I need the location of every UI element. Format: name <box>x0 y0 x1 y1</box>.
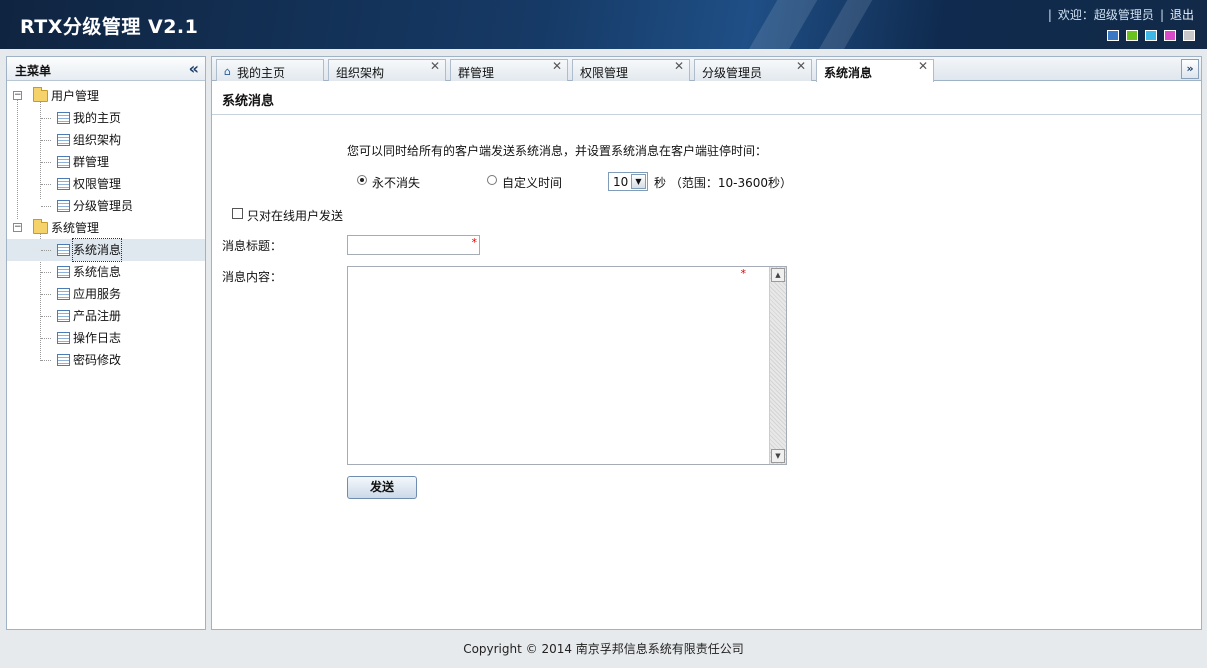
tab-bar: ⌂ 我的主页 组织架构 ✕ 群管理 ✕ 权限管理 ✕ 分级管理员 ✕ 系统消息 ✕ » <box>212 57 1201 82</box>
sidebar-item-my-home[interactable]: 我的主页 <box>7 107 205 129</box>
sidebar-item-system-info[interactable]: 系统信息 <box>7 261 205 283</box>
tab-system-message[interactable]: 系统消息 ✕ <box>816 59 934 82</box>
theme-gray-swatch[interactable] <box>1183 30 1195 41</box>
online-only-label: 只对在线用户发送 <box>247 209 344 223</box>
sidebar-item-system-message[interactable]: 系统消息 <box>7 238 205 262</box>
sidebar-item-permission-management[interactable]: 权限管理 <box>7 173 205 195</box>
footer-copyright: Copyright © 2014 南京孚邦信息系统有限责任公司 <box>463 642 744 656</box>
scroll-up-icon[interactable]: ▲ <box>771 268 785 282</box>
user-links: | 欢迎：超级管理员 | 退出 <box>1047 8 1194 22</box>
sidebar: 主菜单 « − 用户管理 我的主页 组织架构 群管理 权限管理 分级管理员 − … <box>6 56 206 630</box>
close-icon[interactable]: ✕ <box>674 59 684 73</box>
sidebar-item-org-structure[interactable]: 组织架构 <box>7 129 205 151</box>
duration-range-text: 秒 （范围：10-3600秒） <box>654 174 792 191</box>
folder-icon <box>33 87 48 102</box>
sidebar-item-group-management[interactable]: 群管理 <box>7 151 205 173</box>
required-mark: * <box>740 267 747 280</box>
theme-blue-swatch[interactable] <box>1107 30 1119 41</box>
menu-tree: − 用户管理 我的主页 组织架构 群管理 权限管理 分级管理员 − 系统管理 系… <box>7 81 205 371</box>
page-icon <box>57 200 70 212</box>
tab-menu-chevron-icon[interactable]: » <box>1181 59 1199 79</box>
close-icon[interactable]: ✕ <box>796 59 806 73</box>
sidebar-item-app-services[interactable]: 应用服务 <box>7 283 205 305</box>
textarea-scrollbar[interactable]: ▲ ▼ <box>769 267 786 464</box>
sidebar-item-operation-log[interactable]: 操作日志 <box>7 327 205 349</box>
subject-label: 消息标题： <box>222 239 283 253</box>
tab-sub-admins[interactable]: 分级管理员 ✕ <box>694 59 812 81</box>
app-header: RTX分级管理 V2.1 | 欢迎：超级管理员 | 退出 <box>0 0 1207 49</box>
page-icon <box>57 244 70 256</box>
send-button[interactable]: 发送 <box>347 476 417 499</box>
theme-switcher <box>1107 30 1195 41</box>
required-mark: * <box>471 236 478 249</box>
radio-custom-time-label: 自定义时间 <box>502 176 563 190</box>
page-icon <box>57 156 70 168</box>
intro-text: 您可以同时给所有的客户端发送系统消息，并设置系统消息在客户端驻停时间： <box>347 144 768 158</box>
page-title: 系统消息 <box>222 94 275 109</box>
radio-forever[interactable] <box>357 175 367 185</box>
logout-link[interactable]: 退出 <box>1170 8 1194 22</box>
subject-input[interactable]: * <box>347 235 480 255</box>
sidebar-item-change-password[interactable]: 密码修改 <box>7 349 205 371</box>
duration-select[interactable]: 10 ▼ <box>608 172 648 191</box>
page-icon <box>57 332 70 344</box>
home-icon: ⌂ <box>224 65 231 78</box>
page-icon <box>57 266 70 278</box>
page-icon <box>57 310 70 322</box>
sidebar-title: 主菜单 <box>15 64 52 78</box>
theme-pink-swatch[interactable] <box>1164 30 1176 41</box>
theme-green-swatch[interactable] <box>1126 30 1138 41</box>
content-label: 消息内容： <box>222 270 283 284</box>
divider <box>212 114 1201 115</box>
online-only-checkbox[interactable] <box>232 208 243 219</box>
tab-org-structure[interactable]: 组织架构 ✕ <box>328 59 446 81</box>
tree-group-user-management[interactable]: − 用户管理 <box>7 85 205 107</box>
page-icon <box>57 134 70 146</box>
close-icon[interactable]: ✕ <box>552 59 562 73</box>
close-icon[interactable]: ✕ <box>918 59 928 73</box>
header-decoration <box>736 0 824 49</box>
page-icon <box>57 112 70 124</box>
dropdown-arrow-icon[interactable]: ▼ <box>631 174 646 189</box>
page-icon <box>57 354 70 366</box>
page-icon <box>57 288 70 300</box>
range-hint: （范围：10-3600秒） <box>669 176 792 190</box>
content-textarea[interactable]: * ▲ ▼ <box>347 266 787 465</box>
sidebar-item-sub-admins[interactable]: 分级管理员 <box>7 195 205 217</box>
scroll-down-icon[interactable]: ▼ <box>771 449 785 463</box>
collapse-icon[interactable]: « <box>189 59 199 78</box>
folder-icon <box>33 219 48 234</box>
seconds-unit: 秒 <box>654 176 667 190</box>
sidebar-item-product-registration[interactable]: 产品注册 <box>7 305 205 327</box>
sidebar-header: 主菜单 « <box>7 57 205 81</box>
tree-group-system-management[interactable]: − 系统管理 <box>7 217 205 239</box>
close-icon[interactable]: ✕ <box>430 59 440 73</box>
radio-forever-label: 永不消失 <box>372 176 421 190</box>
radio-custom-time[interactable] <box>487 175 497 185</box>
collapse-toggle-icon[interactable]: − <box>13 223 22 232</box>
collapse-toggle-icon[interactable]: − <box>13 91 22 100</box>
tab-group-management[interactable]: 群管理 ✕ <box>450 59 568 81</box>
app-title: RTX分级管理 V2.1 <box>20 16 199 38</box>
header-decoration <box>806 0 879 49</box>
main-panel: ⌂ 我的主页 组织架构 ✕ 群管理 ✕ 权限管理 ✕ 分级管理员 ✕ 系统消息 ✕ » 系… <box>211 56 1202 630</box>
tab-my-home[interactable]: ⌂ 我的主页 <box>216 59 324 81</box>
theme-cyan-swatch[interactable] <box>1145 30 1157 41</box>
welcome-text: 欢迎：超级管理员 <box>1057 8 1154 22</box>
tab-permission-management[interactable]: 权限管理 ✕ <box>572 59 690 81</box>
page-icon <box>57 178 70 190</box>
